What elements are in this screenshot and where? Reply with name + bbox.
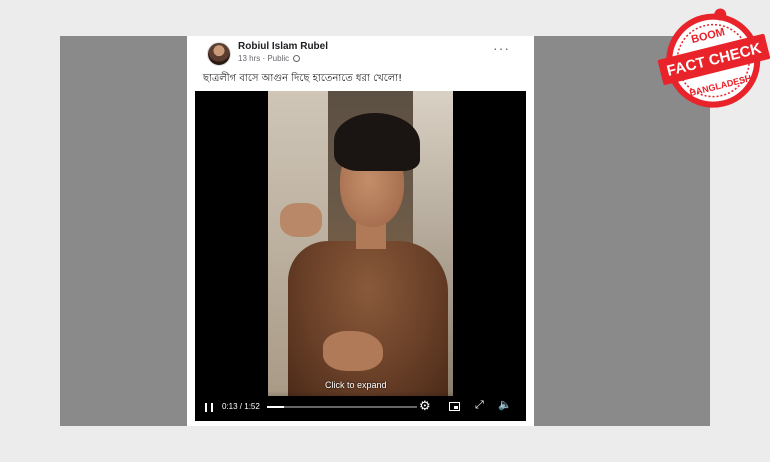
globe-icon <box>293 55 301 62</box>
video-controls: 0:13 / 1:52 ⚙ ⤢ 🔈 <box>195 391 526 421</box>
expand-icon[interactable]: ⤢ <box>475 399 484 412</box>
progress-bar[interactable] <box>267 406 417 408</box>
person-shirt <box>288 241 448 396</box>
post-header: Robiul Islam Rubel 13 hrs · Public ··· <box>187 36 534 66</box>
post-caption: ছাত্রলীগ বাসে আগুন দিছে হাতেনাতে ধরা খেল… <box>203 73 403 84</box>
pause-icon[interactable] <box>205 403 213 412</box>
more-options-button[interactable]: ··· <box>493 41 510 55</box>
volume-icon[interactable]: 🔈 <box>498 399 512 412</box>
video-player[interactable]: Click to expand 0:13 / 1:52 ⚙ ⤢ 🔈 <box>195 91 526 421</box>
hand-on-shoulder <box>280 203 322 237</box>
pip-icon[interactable] <box>449 402 460 411</box>
post-time: 13 hrs · Public <box>238 54 290 63</box>
video-frame[interactable] <box>268 91 453 396</box>
facebook-post: Robiul Islam Rubel 13 hrs · Public ··· ছ… <box>187 36 534 426</box>
progress-fill <box>267 406 285 408</box>
video-time: 0:13 / 1:52 <box>222 402 260 411</box>
boom-fact-check-badge: FACT CHECK BOOM BANGLADESH <box>657 8 770 108</box>
gear-icon[interactable]: ⚙ <box>419 399 431 412</box>
person-hand <box>323 331 383 371</box>
author-name[interactable]: Robiul Islam Rubel <box>238 41 328 52</box>
avatar[interactable] <box>207 42 231 66</box>
person-hair <box>334 113 420 171</box>
post-meta: 13 hrs · Public <box>238 54 301 63</box>
click-to-expand-text[interactable]: Click to expand <box>325 380 387 390</box>
